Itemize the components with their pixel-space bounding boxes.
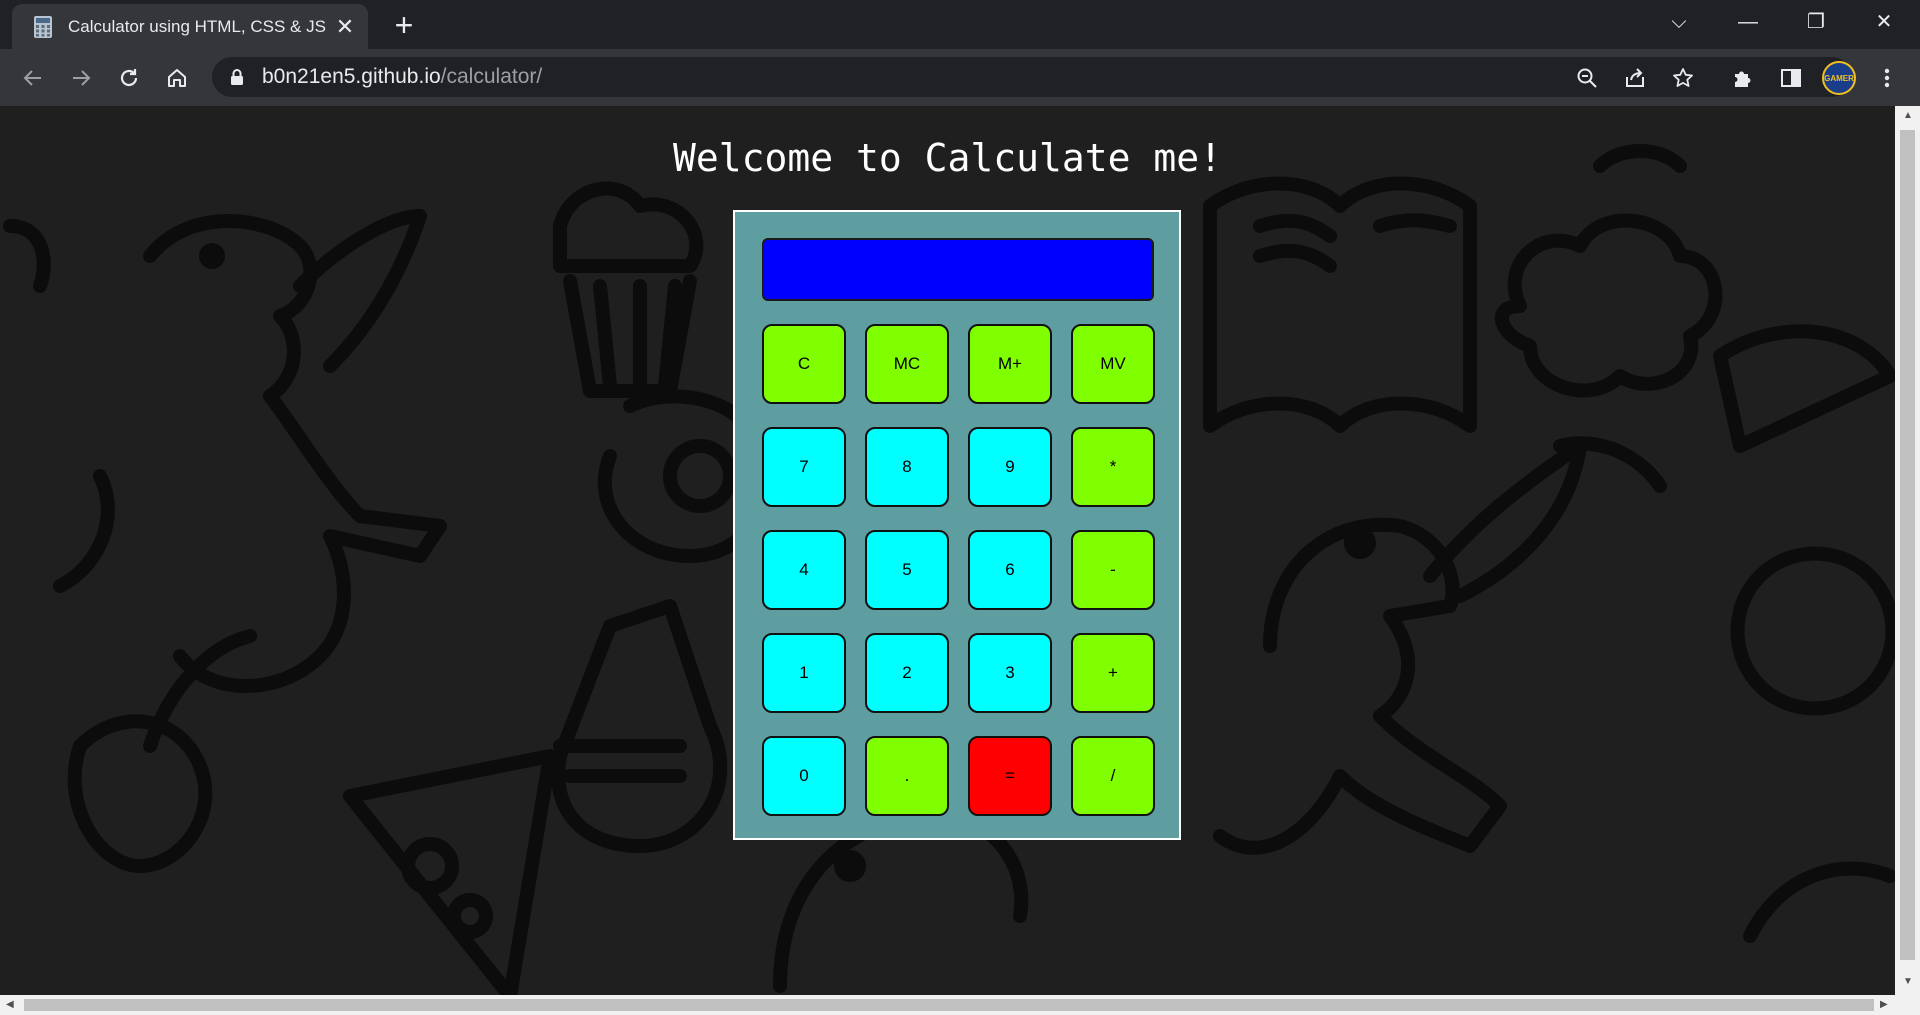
profile-button[interactable]: GAMER [1822,61,1856,95]
digit-4-button[interactable]: 4 [762,530,846,610]
digit-0-button[interactable]: 0 [762,736,846,816]
vertical-scroll-thumb[interactable] [1900,130,1915,960]
extensions-button[interactable] [1726,61,1760,95]
multiply-button[interactable]: * [1071,427,1155,507]
avatar: GAMER [1822,61,1856,95]
reload-button[interactable] [112,61,146,95]
browser-toolbar: b0n21en5.github.io/calculator/ GAMER [0,49,1920,106]
digit-7-button[interactable]: 7 [762,427,846,507]
clear-button[interactable]: C [762,324,846,404]
subtract-button[interactable]: - [1071,530,1155,610]
kebab-menu-icon [1884,68,1890,88]
vertical-scrollbar[interactable]: ▲ ▼ [1895,106,1920,995]
page-viewport: Welcome to Calculate me! C MC M+ MV 7 8 … [0,106,1895,995]
side-panel-icon [1781,69,1801,87]
close-window-button[interactable]: ✕ [1850,0,1918,44]
forward-button[interactable] [64,61,98,95]
digit-9-button[interactable]: 9 [968,427,1052,507]
arrow-left-icon [23,70,41,86]
memory-clear-button[interactable]: MC [865,324,949,404]
home-icon [168,69,186,87]
equals-button[interactable]: = [968,736,1052,816]
scroll-left-arrow-icon[interactable]: ◀ [6,999,14,1010]
share-icon[interactable] [1622,65,1648,91]
address-bar[interactable]: b0n21en5.github.io/calculator/ [212,57,1852,97]
scroll-right-arrow-icon[interactable]: ▶ [1880,999,1888,1010]
add-button[interactable]: + [1071,633,1155,713]
digit-1-button[interactable]: 1 [762,633,846,713]
lock-icon[interactable] [230,68,244,86]
home-button[interactable] [160,61,194,95]
browser-tab[interactable]: Calculator using HTML, CSS & JS ✕ [12,4,368,49]
divide-button[interactable]: / [1071,736,1155,816]
memory-add-button[interactable]: M+ [968,324,1052,404]
tab-title: Calculator using HTML, CSS & JS [68,16,326,36]
tab-search-icon[interactable]: ⌵ [1645,0,1713,44]
tab-close-icon[interactable]: ✕ [332,14,358,40]
reload-icon [120,69,138,87]
digit-3-button[interactable]: 3 [968,633,1052,713]
url-text[interactable]: b0n21en5.github.io/calculator/ [262,57,542,97]
calculator-display[interactable] [762,238,1154,301]
restore-button[interactable]: ❐ [1782,0,1850,44]
calculator: C MC M+ MV 7 8 9 * 4 5 6 - 1 2 3 + 0 . =… [733,210,1181,840]
memory-view-button[interactable]: MV [1071,324,1155,404]
calculator-favicon-icon [34,15,52,38]
decimal-point-button[interactable]: . [865,736,949,816]
digit-2-button[interactable]: 2 [865,633,949,713]
digit-6-button[interactable]: 6 [968,530,1052,610]
scroll-up-arrow-icon[interactable]: ▲ [1903,110,1913,121]
minimize-button[interactable]: — [1714,0,1782,44]
url-path: /calculator/ [440,65,543,88]
arrow-right-icon [73,70,91,86]
horizontal-scroll-thumb[interactable] [24,999,1874,1011]
scroll-down-arrow-icon[interactable]: ▼ [1903,976,1913,987]
zoom-icon[interactable] [1574,65,1600,91]
url-domain: b0n21en5.github.io [262,65,441,88]
bookmark-star-icon[interactable] [1670,65,1696,91]
page-title: Welcome to Calculate me! [672,136,1223,180]
digit-5-button[interactable]: 5 [865,530,949,610]
new-tab-button[interactable]: + [386,8,422,42]
digit-8-button[interactable]: 8 [865,427,949,507]
back-button[interactable] [16,61,50,95]
tab-strip: Calculator using HTML, CSS & JS ✕ + ⌵ — … [0,0,1920,49]
puzzle-icon [1735,71,1751,87]
menu-button[interactable] [1870,61,1904,95]
horizontal-scrollbar[interactable]: ◀ ▶ [0,995,1920,1015]
side-panel-button[interactable] [1774,61,1808,95]
